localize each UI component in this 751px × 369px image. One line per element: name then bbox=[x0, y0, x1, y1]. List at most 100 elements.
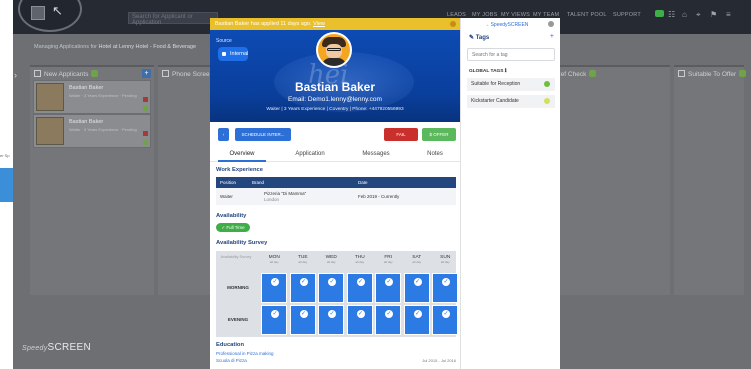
applied-notice-bar: Bastian Baker has applied 11 days ago. V… bbox=[210, 18, 460, 30]
close-icon[interactable] bbox=[548, 21, 554, 27]
tab-notes[interactable]: Notes bbox=[414, 146, 456, 162]
board-back-arrow-icon[interactable]: › bbox=[14, 70, 17, 80]
menu-lines-icon[interactable]: ≡ bbox=[726, 10, 731, 19]
tag-toggle-dot[interactable] bbox=[544, 81, 550, 87]
education-degree[interactable]: Professional in Pizza making bbox=[216, 351, 274, 356]
check-icon: ✓ bbox=[328, 310, 336, 318]
home-icon[interactable]: ⌂ bbox=[682, 10, 687, 19]
approve-icon[interactable] bbox=[143, 140, 148, 145]
notice-view-link[interactable]: View bbox=[313, 21, 325, 27]
availability-slot-thu-evening[interactable]: ✓ bbox=[346, 305, 373, 335]
cell-position: Waiter bbox=[220, 194, 233, 199]
check-icon: ✓ bbox=[442, 278, 450, 286]
column-select-checkbox[interactable] bbox=[34, 70, 41, 77]
education-title: Education bbox=[216, 342, 245, 348]
applicant-search-input[interactable]: Search for Applicant or Application bbox=[128, 12, 218, 26]
column-ref-check: Ref Check bbox=[556, 65, 670, 295]
availability-slot-tue-evening[interactable]: ✓ bbox=[289, 305, 316, 335]
source-label: Source bbox=[216, 38, 232, 44]
nav-link-support[interactable]: SUPPORT bbox=[613, 12, 641, 18]
applicant-detail: Waiter · 3 Years Experience · Pending bbox=[69, 93, 137, 98]
applicant-photo bbox=[36, 117, 64, 145]
chart-icon[interactable]: ☷ bbox=[668, 10, 675, 19]
fail-button[interactable]: FAIL bbox=[384, 128, 418, 141]
tag-label: Kickstarter Candidate bbox=[471, 98, 519, 104]
notification-badge[interactable] bbox=[655, 10, 664, 17]
candidate-header: hei Source Internal Bastian Baker Email:… bbox=[210, 30, 460, 122]
applicant-detail: Waiter · 3 Years Experience · Pending bbox=[69, 127, 137, 132]
schedule-interview-button[interactable]: SCHEDULE INTER... bbox=[235, 128, 291, 141]
nav-link-talent-pool[interactable]: TALENT POOL bbox=[567, 12, 607, 18]
location-icon[interactable]: ⌖ bbox=[696, 10, 701, 20]
day-sub-label: all day bbox=[383, 260, 393, 264]
tab-application[interactable]: Application bbox=[284, 146, 336, 162]
add-applicant-button[interactable]: + bbox=[142, 69, 151, 78]
availability-title: Availability bbox=[216, 213, 247, 219]
menu-icon[interactable] bbox=[31, 6, 45, 20]
check-icon: ✓ bbox=[385, 310, 393, 318]
check-icon: ✓ bbox=[385, 278, 393, 286]
availability-slot-sat-evening[interactable]: ✓ bbox=[403, 305, 430, 335]
cursor-icon: ↖ bbox=[52, 3, 63, 18]
flag-icon[interactable]: ⚑ bbox=[710, 10, 717, 19]
tag-item[interactable]: Suitable for Reception bbox=[467, 78, 555, 91]
side-panel-label: er Sp bbox=[0, 153, 10, 158]
tag-search-input[interactable] bbox=[467, 48, 555, 61]
day-sub-label: all day bbox=[412, 260, 422, 264]
day-sub-label: all day bbox=[355, 260, 365, 264]
availability-slot-wed-morning[interactable]: ✓ bbox=[318, 273, 344, 303]
day-header-thu: THU all day bbox=[346, 255, 375, 264]
availability-slot-thu-morning[interactable]: ✓ bbox=[346, 273, 373, 303]
day-header-sat: SAT all day bbox=[403, 255, 432, 264]
availability-slot-sat-morning[interactable]: ✓ bbox=[403, 273, 430, 303]
availability-slot-fri-morning[interactable]: ✓ bbox=[375, 273, 401, 303]
check-icon: ✓ bbox=[356, 278, 365, 286]
availability-slot-sun-evening[interactable]: ✓ bbox=[432, 305, 458, 335]
offer-button[interactable]: $ OFFER bbox=[422, 128, 456, 141]
column-select-checkbox[interactable] bbox=[162, 70, 169, 77]
day-header-tue: TUE all day bbox=[289, 255, 318, 264]
availability-slot-wed-evening[interactable]: ✓ bbox=[318, 305, 344, 335]
availability-slot-sun-morning[interactable]: ✓ bbox=[432, 273, 458, 303]
back-button[interactable]: ‹ bbox=[218, 128, 229, 141]
check-icon: ✓ bbox=[299, 278, 308, 286]
education-date: Jul 2015 - Jul 2016 bbox=[422, 358, 456, 363]
notice-close-icon[interactable] bbox=[450, 21, 456, 27]
tag-toggle-dot[interactable] bbox=[544, 98, 550, 104]
tag-item[interactable]: Kickstarter Candidate bbox=[467, 95, 555, 108]
column-title: New Applicants bbox=[44, 71, 89, 78]
day-header-wed: WED all day bbox=[317, 255, 346, 264]
check-icon: ✓ bbox=[271, 278, 279, 286]
action-bar: ‹ SCHEDULE INTER... FAIL $ OFFER bbox=[210, 122, 460, 146]
applicant-card[interactable]: Bastian Baker Waiter · 3 Years Experienc… bbox=[33, 114, 151, 148]
slot-label-evening: EVENING bbox=[227, 317, 249, 322]
column-header-brand: Brand bbox=[252, 180, 265, 185]
column-title: Phone Screen bbox=[172, 71, 214, 78]
applicant-photo bbox=[36, 83, 64, 111]
app-logo[interactable] bbox=[18, 0, 82, 32]
source-badge[interactable]: Internal bbox=[218, 47, 248, 61]
education-school[interactable]: Scuola di Pizza bbox=[216, 358, 247, 363]
overview-content: Work Experience Position Brand Date Wait… bbox=[216, 167, 458, 363]
approve-icon[interactable] bbox=[143, 106, 148, 111]
add-tag-icon[interactable]: + bbox=[550, 33, 554, 40]
tags-panel-brand: ←SpeedySCREEN bbox=[485, 22, 529, 28]
check-icon: ✓ bbox=[442, 310, 450, 318]
tab-messages[interactable]: Messages bbox=[350, 146, 402, 162]
availability-slot-tue-morning[interactable]: ✓ bbox=[289, 273, 316, 303]
availability-slot-fri-evening[interactable]: ✓ bbox=[375, 305, 401, 335]
day-header-mon: MON all day bbox=[260, 255, 289, 264]
column-select-checkbox[interactable] bbox=[678, 70, 685, 77]
availability-slot-mon-evening[interactable]: ✓ bbox=[261, 305, 287, 335]
table-row: Waiter Pizzeria "Di Mamma" London Feb 20… bbox=[216, 188, 456, 205]
reject-icon[interactable] bbox=[143, 97, 148, 102]
availability-survey-title: Availability Survey bbox=[216, 240, 268, 246]
reject-icon[interactable] bbox=[143, 131, 148, 136]
tab-overview[interactable]: Overview bbox=[218, 146, 266, 162]
applicant-card[interactable]: Bastian Baker Waiter · 3 Years Experienc… bbox=[33, 80, 151, 114]
availability-slot-mon-morning[interactable]: ✓ bbox=[261, 273, 287, 303]
check-icon: ✓ bbox=[356, 310, 365, 318]
applicant-name: Bastian Baker bbox=[69, 119, 104, 125]
cell-date: Feb 2019 - Currently bbox=[358, 194, 400, 199]
side-panel-card[interactable] bbox=[0, 168, 14, 202]
